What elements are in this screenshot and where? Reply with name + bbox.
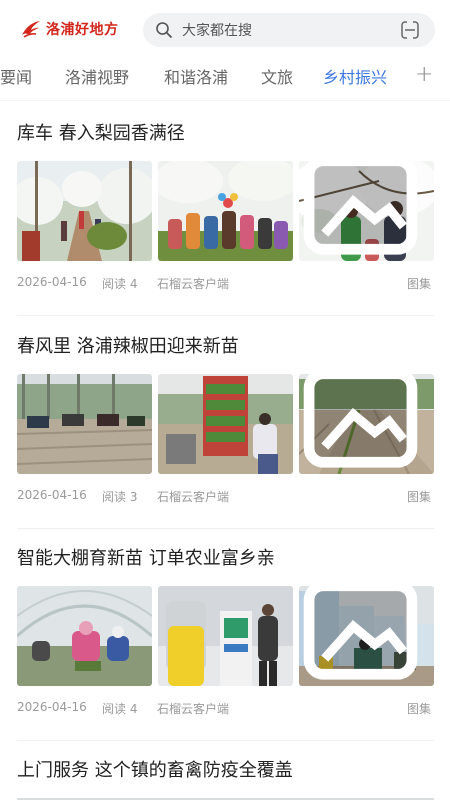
- article-divider: [17, 315, 434, 316]
- tab-hexie-luopu[interactable]: 和谐洛浦: [164, 64, 228, 88]
- tab-luopu-shiye[interactable]: 洛浦视野: [65, 64, 129, 88]
- article-read-count: 阅读 4: [102, 702, 138, 716]
- article-image: [17, 586, 152, 686]
- article-title: 智能大棚育新苗 订单农业富乡亲: [17, 548, 275, 569]
- brand-flame-icon: [22, 21, 40, 38]
- article-read-count: 阅读 3: [102, 490, 138, 504]
- article-image: [299, 586, 434, 686]
- article-image: [158, 374, 293, 474]
- article-date: 2026-04-16: [17, 700, 87, 714]
- article-divider: [17, 528, 434, 529]
- article-thumbnails: [17, 161, 434, 261]
- gallery-icon: [303, 586, 418, 680]
- article-type-badge: 图集: [407, 490, 432, 504]
- article-image: [158, 161, 293, 261]
- article-date: 2026-04-16: [17, 488, 87, 502]
- article-thumbnails: [17, 586, 434, 686]
- article-title: 春风里 洛浦辣椒田迎来新苗: [17, 336, 239, 357]
- add-tab-icon[interactable]: +: [415, 62, 433, 87]
- brand-name: 洛浦好地方: [46, 22, 119, 38]
- tab-xiangcun-zhenxing[interactable]: 乡村振兴: [323, 64, 387, 88]
- article-thumbnails: [17, 374, 434, 474]
- article-type-badge: 图集: [407, 277, 432, 291]
- search-icon: [156, 22, 172, 38]
- article-source: 石榴云客户端: [157, 277, 230, 291]
- article-image: [158, 586, 293, 686]
- article-image: [299, 374, 434, 474]
- scan-icon[interactable]: [399, 19, 421, 41]
- article-meta: 2026-04-16 阅读 4 石榴云客户端 图集: [17, 275, 434, 293]
- article-source: 石榴云客户端: [157, 702, 230, 716]
- article-meta: 2026-04-16 阅读 3 石榴云客户端 图集: [17, 488, 434, 506]
- article-divider: [17, 740, 434, 741]
- article-title: 上门服务 这个镇的畜禽防疫全覆盖: [17, 760, 293, 781]
- article-image: [17, 374, 152, 474]
- tab-yaowen[interactable]: 要闻: [0, 64, 32, 88]
- gallery-icon: [303, 374, 418, 468]
- search-placeholder: 大家都在搜: [182, 23, 252, 39]
- gallery-icon: [303, 161, 418, 255]
- article-source: 石榴云客户端: [157, 490, 230, 504]
- search-bar[interactable]: 大家都在搜: [143, 13, 435, 47]
- article-image: [299, 161, 434, 261]
- tabs-divider: [0, 100, 450, 101]
- brand-logo[interactable]: 洛浦好地方: [20, 19, 130, 39]
- top-bar: 洛浦好地方 大家都在搜: [0, 0, 450, 58]
- article-title: 库车 春入梨园香满径: [17, 123, 185, 144]
- article-read-count: 阅读 4: [102, 277, 138, 291]
- article-date: 2026-04-16: [17, 275, 87, 289]
- tab-wenlv[interactable]: 文旅: [261, 64, 293, 88]
- article-meta: 2026-04-16 阅读 4 石榴云客户端 图集: [17, 700, 434, 718]
- article-type-badge: 图集: [407, 702, 432, 716]
- article-image: [17, 161, 152, 261]
- category-tabs: 要闻 洛浦视野 和谐洛浦 文旅 乡村振兴 +: [0, 58, 450, 98]
